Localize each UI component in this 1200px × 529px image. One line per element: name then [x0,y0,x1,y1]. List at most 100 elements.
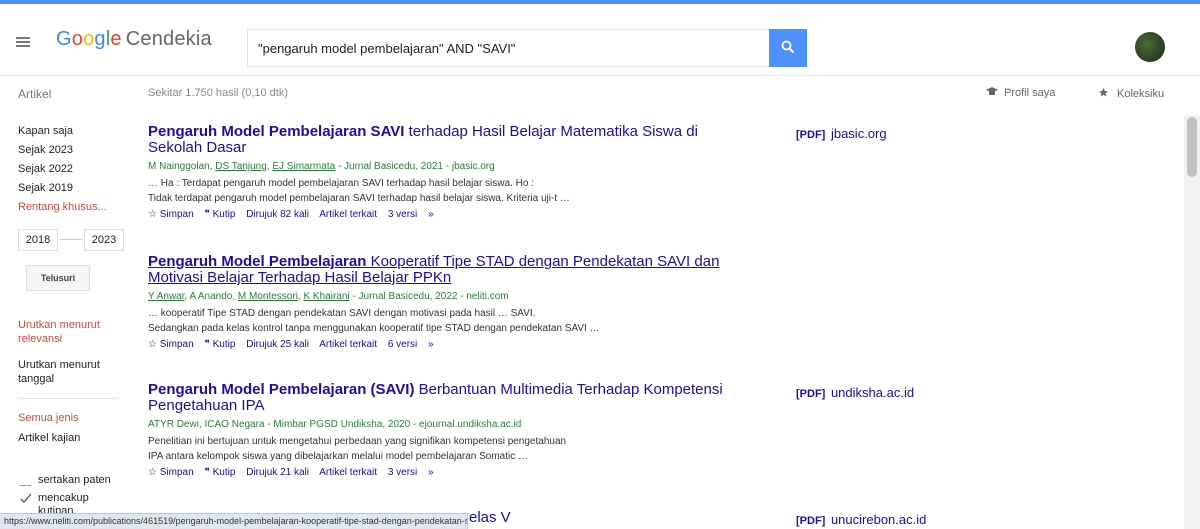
save-label: Simpan [159,209,194,220]
author-link[interactable]: M Montessori [238,291,298,302]
cited-by-link[interactable]: Dirujuk 82 kali [246,209,309,220]
result-count: Sekitar 1.750 hasil (0,10 dtk) [148,87,289,99]
versions-link[interactable]: 3 versi [388,467,417,478]
vertical-scrollbar[interactable] [1184,115,1200,529]
related-articles-link[interactable]: Artikel terkait [319,339,377,350]
results-subbar: Artikel Sekitar 1.750 hasil (0,10 dtk) P… [0,77,1200,115]
result-actions: ☆ Simpan ❞ Kutip Dirujuk 25 kali Artikel… [148,338,748,352]
author-separator: , A Anando, [184,291,238,302]
sort-by-relevance[interactable]: Urutkan menurut relevansi [18,318,128,358]
pdf-link[interactable]: [PDF] jbasic.org [796,126,887,141]
cite-label: Kutip [212,209,236,220]
more-options-icon[interactable]: » [428,467,434,478]
snippet-line: Penelitian ini bertujuan untuk mengetahu… [148,436,567,447]
logo-letter: o [71,28,84,50]
result-title-partial[interactable]: elas V [469,509,511,526]
author-text: M Nainggolan, [148,161,216,172]
my-profile-link[interactable]: Profil saya [986,87,1055,99]
pdf-domain: undiksha.ac.id [830,385,915,400]
hamburger-menu-icon[interactable] [16,37,30,47]
save-button[interactable]: ☆ Simpan [148,467,194,478]
result-snippet: … kooperatif Tipe STAD dengan pendekatan… [148,306,748,336]
sort-by-date[interactable]: Urutkan menurut tanggal [18,358,128,386]
scrollbar-thumb[interactable] [1187,117,1197,177]
publication-info: - Jurnal Basicedu, 2022 - neliti.com [349,291,509,302]
pdf-link[interactable]: [PDF] undiksha.ac.id [796,385,914,400]
search-input[interactable] [247,29,769,67]
author-link[interactable]: EJ Simarmata [272,161,335,172]
pdf-link[interactable]: [PDF] unucirebon.ac.id [796,512,926,527]
publication-info: - Jurnal Basicedu, 2021 - jbasic.org [335,161,495,172]
include-patents-checkbox[interactable] [20,475,31,486]
star-outline-icon: ☆ [148,467,160,478]
search-result: Pengaruh Model Pembelajaran (SAVI) Berba… [148,382,748,480]
search-range-button[interactable]: Telusuri [26,265,90,291]
result-actions: ☆ Simpan ❞ Kutip Dirujuk 21 kali Artikel… [148,466,748,480]
time-filter-since-2023[interactable]: Sejak 2023 [18,144,128,163]
my-library-link[interactable]: Koleksiku [1098,87,1164,100]
time-filter-since-2022[interactable]: Sejak 2022 [18,163,128,182]
quote-icon: ❞ [204,209,213,220]
graduation-cap-icon [986,87,998,95]
search-button[interactable] [769,29,807,67]
type-filter: Semua jenis Artikel kajian [18,412,128,444]
related-articles-link[interactable]: Artikel terkait [319,467,377,478]
result-title-link[interactable]: Pengaruh Model Pembelajaran Kooperatif T… [148,254,748,286]
snippet-line: … kooperatif Tipe STAD dengan pendekatan… [148,308,536,319]
star-icon [1098,87,1109,97]
author-link[interactable]: DS Tanjung [215,161,267,172]
save-button[interactable]: ☆ Simpan [148,339,194,350]
result-title-bold: Pengaruh Model Pembelajaran SAVI [148,123,405,140]
google-scholar-logo[interactable]: Google Cendekia [56,28,212,51]
logo-letter: o [83,28,95,50]
search-result: Pengaruh Model Pembelajaran SAVI terhada… [148,124,748,222]
time-filter-since-2019[interactable]: Sejak 2019 [18,182,128,201]
star-outline-icon: ☆ [148,339,160,350]
author-link[interactable]: Y Anwar [148,291,185,302]
versions-link[interactable]: 3 versi [388,209,417,220]
time-filter-custom-range[interactable]: Rentang khusus... [18,201,128,220]
result-title-link[interactable]: Pengaruh Model Pembelajaran (SAVI) Berba… [148,382,748,414]
year-range [18,229,128,255]
save-label: Simpan [159,467,194,478]
type-review-articles[interactable]: Artikel kajian [18,432,128,444]
result-meta: M Nainggolan, DS Tanjung, EJ Simarmata -… [148,160,748,173]
versions-link[interactable]: 6 versi [388,339,417,350]
author-link[interactable]: K Khairani [303,291,349,302]
include-patents-option[interactable]: sertakan paten [20,474,120,488]
year-to-input[interactable] [84,229,124,251]
cited-by-link[interactable]: Dirujuk 25 kali [246,339,309,350]
more-options-icon[interactable]: » [428,339,434,350]
include-patents-label: sertakan paten [38,474,111,486]
cite-button[interactable]: ❞ Kutip [204,209,235,220]
snippet-line: … Ha : Terdapat pengaruh model pembelaja… [148,178,534,189]
pdf-domain: unucirebon.ac.id [830,512,927,527]
save-button[interactable]: ☆ Simpan [148,209,194,220]
cite-button[interactable]: ❞ Kutip [204,339,235,350]
snippet-line: IPA antara kelompok siswa yang dibelajar… [148,451,529,462]
cited-by-link[interactable]: Dirujuk 21 kali [246,467,309,478]
type-all[interactable]: Semua jenis [18,412,128,432]
result-meta: Y Anwar, A Anando, M Montessori, K Khair… [148,290,748,303]
my-profile-label: Profil saya [1004,87,1056,99]
link-status-bar: https://www.neliti.com/publications/4615… [0,513,468,529]
result-title-link[interactable]: Pengaruh Model Pembelajaran SAVI terhada… [148,124,748,156]
quote-icon: ❞ [204,467,213,478]
result-snippet: … Ha : Terdapat pengaruh model pembelaja… [148,176,748,206]
top-header: Google Cendekia [0,0,1200,76]
more-options-icon[interactable]: » [428,209,434,220]
result-actions: ☆ Simpan ❞ Kutip Dirujuk 82 kali Artikel… [148,208,748,222]
pdf-label: [PDF] [796,129,826,141]
logo-letter: e [110,28,122,50]
year-from-input[interactable] [18,229,58,251]
user-avatar[interactable] [1135,32,1165,62]
pdf-label: [PDF] [796,388,826,400]
filter-sidebar: Kapan saja Sejak 2023 Sejak 2022 Sejak 2… [18,125,128,255]
articles-label[interactable]: Artikel [18,87,51,101]
time-filter-any[interactable]: Kapan saja [18,125,128,144]
cite-label: Kutip [212,339,236,350]
cite-button[interactable]: ❞ Kutip [204,467,235,478]
checkmark-icon[interactable] [20,493,32,504]
cite-label: Kutip [212,467,236,478]
related-articles-link[interactable]: Artikel terkait [319,209,377,220]
